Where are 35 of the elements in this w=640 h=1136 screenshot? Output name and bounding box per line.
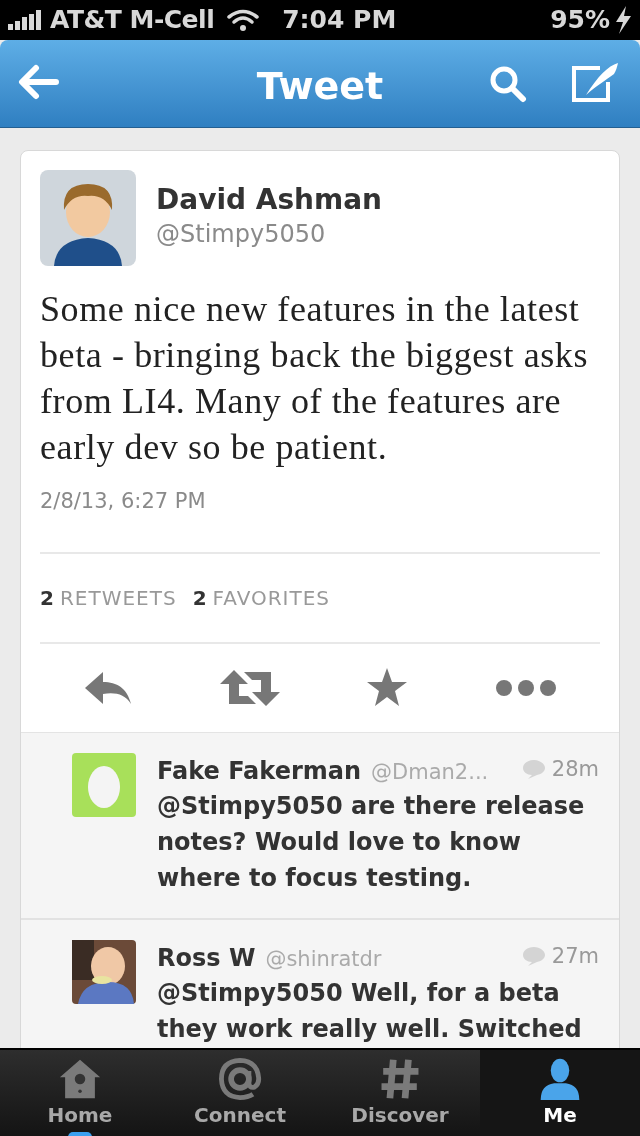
wifi-icon xyxy=(226,8,261,32)
egg-avatar xyxy=(72,752,136,817)
tweet-timestamp: 2/8/13, 6:27 PM xyxy=(40,488,207,515)
star-icon[interactable] xyxy=(366,667,409,708)
reply-time: 28m xyxy=(551,755,599,783)
reply-time: 27m xyxy=(551,942,599,970)
user-name: David Ashman xyxy=(156,182,383,218)
reply-handle: @Dman2... xyxy=(371,758,489,786)
reply-text: @Stimpy5050 Well, for a beta they work really well. Switched xyxy=(157,977,583,1045)
compose-icon[interactable] xyxy=(570,62,620,104)
reply-text: @Stimpy5050 are there release notes? Would love to know where to focus testing. xyxy=(157,790,586,894)
carrier-name: AT&T M-Cell xyxy=(50,4,215,37)
reply-author: Ross W xyxy=(157,942,256,974)
reply-handle: @shinratdr xyxy=(265,945,382,973)
tab[interactable]: Home xyxy=(0,1050,160,1136)
speech-bubble-icon xyxy=(521,758,546,779)
signal-icon xyxy=(8,10,44,30)
page-title: Tweet xyxy=(256,64,384,108)
tweet-text: Some nice new features in the latest beta - bringing back the biggest asks from LI4. Many of the features are early dev so be patient. xyxy=(40,288,590,469)
retweet-icon[interactable] xyxy=(219,669,280,706)
search-icon[interactable] xyxy=(488,64,528,104)
more-icon[interactable] xyxy=(494,678,557,697)
reply-item[interactable]: Fake Fakerman @Dman2... 28m @Stimpy5050 are there release notes? Would love to know where to focus testing. xyxy=(21,732,619,918)
user-handle: @Stimpy5050 xyxy=(156,219,327,250)
stat-count: 2 xyxy=(192,584,207,612)
reply-icon[interactable] xyxy=(83,669,134,706)
tab[interactable]: Connect xyxy=(160,1050,320,1136)
battery-percent: 95% xyxy=(550,4,610,37)
charging-icon xyxy=(614,6,632,34)
reply-author: Fake Fakerman xyxy=(157,755,362,787)
speech-bubble-icon xyxy=(521,945,546,966)
tab[interactable]: Discover xyxy=(320,1050,480,1136)
clock: 7:04 PM xyxy=(282,4,397,37)
back-arrow-icon[interactable] xyxy=(18,64,60,100)
stat-count: 2 xyxy=(40,584,54,612)
